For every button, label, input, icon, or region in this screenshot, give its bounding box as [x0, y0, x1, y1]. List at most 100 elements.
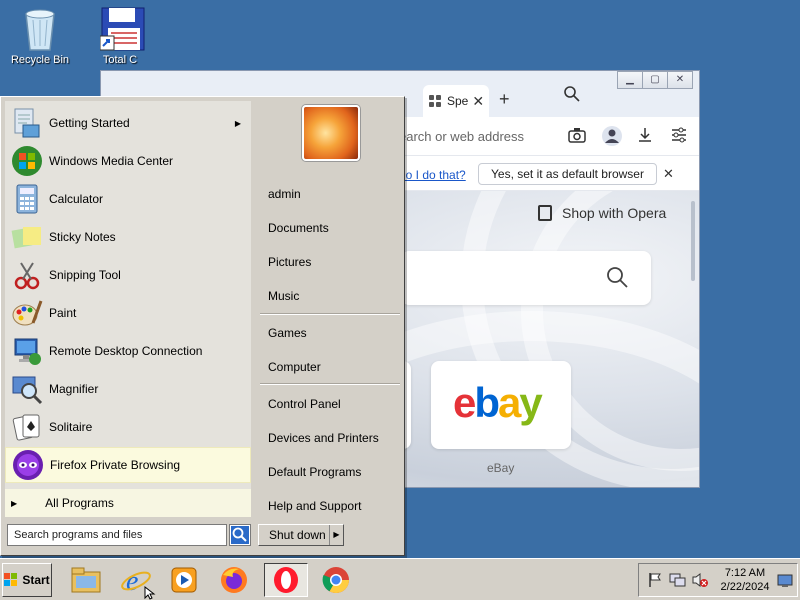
program-paint[interactable]: Paint — [5, 295, 251, 331]
shop-with-opera-link[interactable]: Shop with Opera — [538, 205, 666, 221]
program-calculator[interactable]: Calculator — [5, 181, 251, 217]
magnifier-icon — [11, 373, 43, 405]
search-icon[interactable] — [605, 265, 629, 292]
media-player-icon[interactable] — [166, 563, 202, 597]
program-label: Snipping Tool — [49, 268, 121, 282]
recycle-bin-icon — [20, 6, 60, 51]
paint-icon — [11, 297, 43, 329]
set-default-browser-button[interactable]: Yes, set it as default browser — [478, 163, 657, 185]
clock-date: 2/22/2024 — [720, 581, 770, 593]
shop-label: Shop with Opera — [562, 205, 667, 221]
maximize-button[interactable]: ▢ — [642, 71, 668, 89]
place-music[interactable]: Music — [268, 289, 299, 303]
camera-icon[interactable] — [567, 125, 587, 145]
place-devices-and-printers[interactable]: Devices and Printers — [268, 431, 379, 445]
desktop-icon-recycle-bin[interactable]: Recycle Bin — [0, 6, 80, 66]
firefox-icon[interactable] — [216, 563, 252, 597]
window-controls: ▁ ▢ ✕ — [617, 71, 693, 89]
speed-dial-search-box[interactable] — [401, 251, 651, 305]
network-icon[interactable] — [669, 572, 687, 591]
easy-setup-icon[interactable] — [669, 125, 689, 145]
program-label: Firefox Private Browsing — [50, 458, 181, 472]
calculator-icon — [11, 183, 43, 215]
speed-dial-tile-label: eBay — [487, 461, 515, 475]
program-label: Solitaire — [49, 420, 93, 434]
solitaire-icon — [11, 411, 43, 443]
start-menu-places: admin Documents Pictures Music Games Com… — [256, 101, 402, 515]
place-control-panel[interactable]: Control Panel — [268, 397, 341, 411]
start-button[interactable]: Start — [2, 563, 52, 597]
program-firefox-private-browsing[interactable]: Firefox Private Browsing — [5, 447, 251, 483]
all-programs-button[interactable]: ▶ All Programs — [5, 489, 251, 517]
program-magnifier[interactable]: Magnifier — [5, 371, 251, 407]
program-label: Getting Started — [49, 116, 130, 130]
tab-speed-dial[interactable]: Spe ✕ — [423, 85, 489, 117]
profile-icon[interactable] — [601, 125, 622, 146]
place-admin[interactable]: admin — [268, 187, 301, 201]
program-remote-desktop[interactable]: Remote Desktop Connection — [5, 333, 251, 369]
place-help-and-support[interactable]: Help and Support — [268, 499, 361, 513]
program-label: Remote Desktop Connection — [49, 344, 203, 358]
ebay-logo: ebay — [453, 379, 543, 426]
desktop-icon-total-commander[interactable]: Total C — [80, 6, 160, 66]
download-icon[interactable] — [635, 125, 655, 145]
taskbar: Start e 7:12 AM 2/22/2024 — [0, 558, 800, 600]
submenu-arrow-icon: ▶ — [234, 118, 241, 128]
shopping-bag-icon — [538, 205, 552, 221]
clock[interactable]: 7:12 AM 2/22/2024 — [715, 566, 775, 594]
how-to-link[interactable]: do I do that? — [399, 168, 466, 182]
minimize-button[interactable]: ▁ — [617, 71, 643, 89]
opera-icon[interactable] — [264, 563, 308, 597]
windows-flag-icon — [4, 573, 18, 587]
total-commander-icon — [99, 6, 145, 51]
search-programs-button[interactable] — [229, 524, 251, 546]
program-solitaire[interactable]: Solitaire — [5, 409, 251, 445]
firefox-private-icon — [12, 449, 44, 481]
program-getting-started[interactable]: Getting Started ▶ — [5, 105, 251, 141]
clock-time: 7:12 AM — [724, 567, 766, 579]
all-programs-label: All Programs — [45, 496, 114, 510]
start-menu: Getting Started ▶ Windows Media Center C… — [0, 96, 405, 556]
shutdown-button[interactable]: Shut down ▶ — [258, 524, 344, 546]
program-label: Paint — [49, 306, 77, 320]
place-games[interactable]: Games — [268, 326, 307, 340]
action-center-flag-icon[interactable] — [647, 572, 663, 591]
speed-dial-tile-ebay[interactable]: ebay — [431, 361, 571, 449]
start-menu-programs: Getting Started ▶ Windows Media Center C… — [5, 101, 251, 515]
place-default-programs[interactable]: Default Programs — [268, 465, 361, 479]
show-desktop-icon[interactable] — [777, 574, 793, 591]
tab-search-icon[interactable] — [563, 85, 581, 103]
getting-started-icon — [11, 107, 43, 139]
search-programs-input[interactable]: Search programs and files — [7, 524, 227, 546]
user-avatar[interactable] — [302, 105, 360, 161]
new-tab-button[interactable]: + — [499, 89, 510, 110]
scrollbar[interactable] — [691, 201, 695, 281]
close-notification-icon[interactable]: ✕ — [663, 166, 674, 182]
program-label: Magnifier — [49, 382, 99, 396]
close-window-button[interactable]: ✕ — [667, 71, 693, 89]
toolbar — [567, 125, 689, 146]
desktop-icon-label: Recycle Bin — [10, 54, 70, 66]
program-label: Windows Media Center — [49, 154, 174, 168]
tab-label: Spe — [447, 94, 469, 108]
place-computer[interactable]: Computer — [268, 360, 321, 374]
close-tab-icon[interactable]: ✕ — [472, 93, 484, 110]
chrome-icon[interactable] — [318, 563, 354, 597]
place-documents[interactable]: Documents — [268, 221, 329, 235]
file-explorer-icon[interactable] — [68, 563, 104, 597]
place-pictures[interactable]: Pictures — [268, 255, 311, 269]
speed-dial-icon — [429, 95, 441, 107]
separator — [260, 313, 400, 315]
program-sticky-notes[interactable]: Sticky Notes — [5, 219, 251, 255]
volume-muted-icon[interactable] — [691, 572, 709, 591]
program-label: Calculator — [49, 192, 104, 206]
media-center-icon — [11, 145, 43, 177]
address-input[interactable]: earch or web address — [399, 129, 524, 144]
program-windows-media-center[interactable]: Windows Media Center — [5, 143, 251, 179]
expand-arrow-icon: ▶ — [11, 498, 18, 508]
start-label: Start — [22, 573, 50, 587]
shutdown-options-arrow-icon[interactable]: ▶ — [329, 525, 343, 545]
program-snipping-tool[interactable]: Snipping Tool — [5, 257, 251, 293]
desktop-icon-label: Total C — [102, 54, 138, 66]
system-tray: 7:12 AM 2/22/2024 — [638, 563, 798, 597]
